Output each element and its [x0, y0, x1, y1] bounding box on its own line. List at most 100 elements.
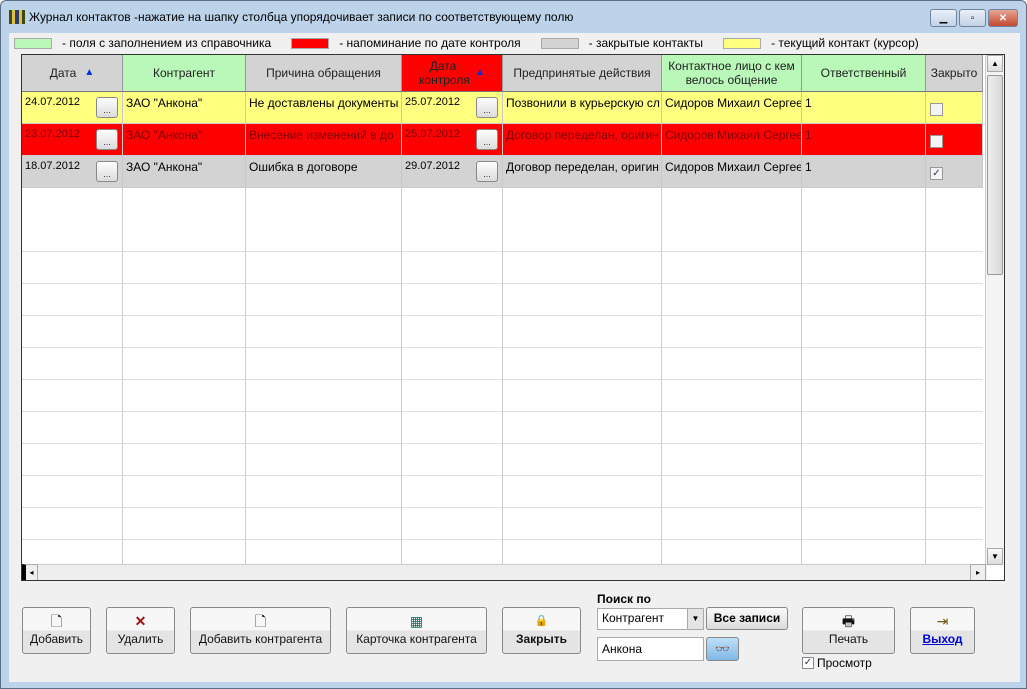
- cell-closed: ✓: [926, 156, 983, 188]
- contacts-grid: ▲ ▼ ◂ ▸ Дата ▲ Контрагент Причина обращения…: [21, 54, 1005, 581]
- cell-contractor[interactable]: ЗАО "Анкона": [123, 156, 246, 188]
- close-record-button[interactable]: 🔒 Закрыть: [502, 607, 581, 654]
- cell-contractor[interactable]: ЗАО "Анкона": [123, 92, 246, 124]
- maximize-button[interactable]: ▫: [959, 9, 986, 27]
- cell-actions[interactable]: Позвонили в курьерскую сл: [503, 92, 662, 124]
- table-row[interactable]: 23.07.2012... ЗАО "Анкона" Внесение измене…: [22, 124, 983, 156]
- column-header-label: Ответственный: [820, 66, 907, 80]
- cell-reason[interactable]: Не доставлены документы: [246, 92, 402, 124]
- date-picker-button[interactable]: ...: [96, 97, 118, 118]
- cell-closed: [926, 92, 983, 124]
- cell-reason[interactable]: Внесение изменений в до: [246, 124, 402, 156]
- horizontal-scrollbar[interactable]: ◂ ▸: [22, 564, 987, 580]
- date-picker-button[interactable]: ...: [96, 161, 118, 182]
- cell-control_date[interactable]: 25.07.2012...: [402, 92, 503, 124]
- column-header-label: Причина обращения: [266, 66, 381, 80]
- chevron-down-icon[interactable]: ▼: [687, 609, 703, 629]
- cell-text: Договор переделан, оригин: [506, 128, 659, 142]
- cell-text: 18.07.2012: [25, 160, 81, 172]
- search-field-select[interactable]: Контрагент ▼: [597, 608, 704, 630]
- window: Журнал контактов -нажатие на шапку столб…: [0, 0, 1027, 689]
- vertical-scrollbar[interactable]: ▲ ▼: [985, 55, 1004, 565]
- lock-icon: 🔒: [534, 615, 549, 627]
- legend-item: - текущий контакт (курсор): [723, 36, 919, 50]
- cell-date[interactable]: 23.07.2012...: [22, 124, 123, 156]
- close-button[interactable]: ✕: [988, 9, 1018, 27]
- table-row[interactable]: 18.07.2012... ЗАО "Анкона" Ошибка в догово…: [22, 156, 983, 188]
- cell-contact[interactable]: Сидоров Михаил Сергеевич: [662, 124, 802, 156]
- cell-text: ЗАО "Анкона": [126, 96, 203, 110]
- cell-date[interactable]: 24.07.2012...: [22, 92, 123, 124]
- cell-date[interactable]: 18.07.2012...: [22, 156, 123, 188]
- preview-checkbox[interactable]: ✓ Просмотр: [802, 656, 872, 670]
- cell-text: 29.07.2012: [405, 160, 461, 172]
- cell-text: ЗАО "Анкона": [126, 128, 203, 142]
- closed-checkbox[interactable]: ✓: [930, 167, 943, 180]
- cell-reason[interactable]: Ошибка в договоре: [246, 156, 402, 188]
- legend-label: - текущий контакт (курсор): [771, 36, 919, 50]
- add-button[interactable]: 🗋 Добавить: [22, 607, 91, 654]
- column-header-label: Предпринятые действия: [513, 66, 651, 80]
- column-header[interactable]: Дата контроля ▲: [402, 55, 503, 92]
- cell-responsible[interactable]: 1: [802, 92, 926, 124]
- scroll-down-button[interactable]: ▼: [987, 548, 1003, 565]
- add-contractor-button[interactable]: 🗋 Добавить контрагента: [190, 607, 331, 654]
- document-icon: 🗋: [50, 613, 63, 629]
- cell-text: 25.07.2012: [405, 96, 461, 108]
- column-header[interactable]: Причина обращения: [246, 55, 402, 92]
- cell-text: Не доставлены документы: [249, 96, 399, 110]
- column-header-label: Контактное лицо с кем велось общение: [668, 59, 795, 87]
- contractor-card-button[interactable]: ▦ Карточка контрагента: [346, 607, 487, 654]
- cell-closed: [926, 124, 983, 156]
- search-input[interactable]: [597, 637, 704, 661]
- cell-responsible[interactable]: 1: [802, 124, 926, 156]
- cell-text: Договор переделан, оригин: [506, 160, 659, 174]
- column-header[interactable]: Ответственный: [802, 55, 926, 92]
- cell-actions[interactable]: Договор переделан, оригин: [503, 124, 662, 156]
- cell-control_date[interactable]: 25.07.2012...: [402, 124, 503, 156]
- column-header[interactable]: Предпринятые действия: [503, 55, 662, 92]
- column-header[interactable]: Дата ▲: [22, 55, 123, 92]
- column-header[interactable]: Закрыто: [926, 55, 983, 92]
- legend-swatch: [14, 37, 52, 49]
- date-picker-button[interactable]: ...: [476, 129, 498, 150]
- document-icon: 🗋: [254, 613, 267, 629]
- scroll-right-button[interactable]: ▸: [970, 564, 986, 580]
- date-picker-button[interactable]: ...: [476, 97, 498, 118]
- title-bar: Журнал контактов -нажатие на шапку столб…: [1, 1, 1026, 33]
- cell-text: 1: [805, 96, 812, 110]
- delete-button[interactable]: ✕ Удалить: [106, 607, 175, 654]
- scroll-left-button[interactable]: ◂: [22, 564, 38, 580]
- exit-button[interactable]: ⇥ Выход: [910, 607, 975, 654]
- exit-door-icon: ⇥: [936, 613, 949, 629]
- search-label: Поиск по: [597, 592, 651, 606]
- cell-text: Сидоров Михаил Сергеевич: [665, 128, 802, 142]
- scroll-up-button[interactable]: ▲: [987, 55, 1003, 72]
- scroll-thumb[interactable]: [987, 75, 1003, 275]
- date-picker-button[interactable]: ...: [96, 129, 118, 150]
- checkbox-checked[interactable]: ✓: [802, 657, 814, 669]
- table-row[interactable]: 24.07.2012... ЗАО "Анкона" Не доставлены д…: [22, 92, 983, 124]
- cell-text: ЗАО "Анкона": [126, 160, 203, 174]
- legend-label: - закрытые контакты: [588, 36, 704, 50]
- column-header[interactable]: Контактное лицо с кем велось общение: [662, 55, 802, 92]
- delete-x-icon: ✕: [134, 613, 147, 629]
- sort-ascending-icon: ▲: [475, 67, 485, 78]
- cell-contact[interactable]: Сидоров Михаил Сергеевич: [662, 92, 802, 124]
- minimize-button[interactable]: ▁: [930, 9, 957, 27]
- cell-contact[interactable]: Сидоров Михаил Сергеевич: [662, 156, 802, 188]
- closed-checkbox[interactable]: [930, 103, 943, 116]
- binoculars-icon[interactable]: 👓: [706, 637, 739, 661]
- app-icon: [9, 10, 25, 24]
- column-header[interactable]: Контрагент: [123, 55, 246, 92]
- cell-responsible[interactable]: 1: [802, 156, 926, 188]
- cell-control_date[interactable]: 29.07.2012...: [402, 156, 503, 188]
- cell-text: Ошибка в договоре: [249, 160, 358, 174]
- legend: - поля с заполнением из справочника - нап…: [9, 33, 939, 53]
- cell-actions[interactable]: Договор переделан, оригин: [503, 156, 662, 188]
- date-picker-button[interactable]: ...: [476, 161, 498, 182]
- all-records-button[interactable]: Все записи: [706, 607, 788, 630]
- print-button[interactable]: 🖶 Печать: [802, 607, 895, 654]
- cell-contractor[interactable]: ЗАО "Анкона": [123, 124, 246, 156]
- closed-checkbox[interactable]: [930, 135, 943, 148]
